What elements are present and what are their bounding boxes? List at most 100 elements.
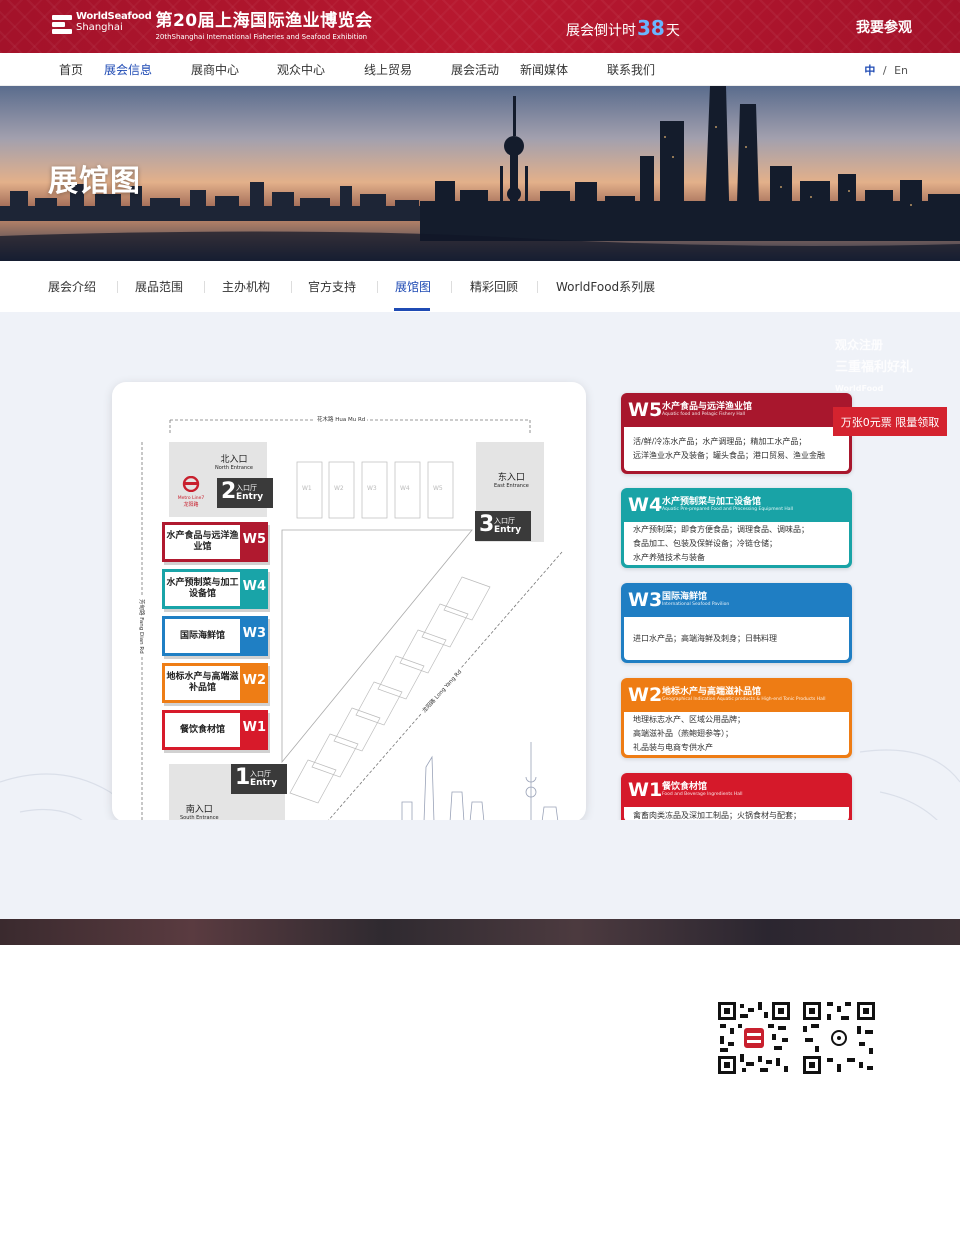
hall-card-code: W4 bbox=[628, 494, 663, 516]
nav-item-contact[interactable]: 联系我们 bbox=[607, 61, 655, 78]
hall-card-w2[interactable]: W2 地标水产与高端滋补品馆 Geographical Indication A… bbox=[621, 678, 852, 758]
tab-divider bbox=[204, 281, 205, 293]
promo-ghost-line2: 三重福利好礼 bbox=[835, 360, 914, 375]
hall-card-line: 高端滋补品（燕鲍翅参等）； bbox=[633, 728, 733, 738]
tab-divider bbox=[537, 281, 538, 293]
exhibition-title: 第20届上海国际渔业博览会 bbox=[155, 11, 373, 31]
floor-plan-section: 花木路 Hua Mu Rd 芳甸路 Fang Dian Rd 龙阳路 Long … bbox=[0, 312, 960, 919]
north-hall-label: W4 bbox=[400, 485, 410, 492]
road-label-west: 芳甸路 Fang Dian Rd bbox=[138, 597, 146, 656]
tab-official-support[interactable]: 官方支持 bbox=[308, 278, 356, 295]
tab-overview[interactable]: 展会介绍 bbox=[48, 278, 96, 295]
hall-w4[interactable]: 水产预制菜与加工设备馆 W4 bbox=[162, 569, 268, 609]
hall-card-subtitle: Food and Beverage Ingredients Hall bbox=[662, 792, 743, 797]
entrance-name-en: East Entrance bbox=[494, 483, 529, 489]
metro-icon bbox=[182, 475, 200, 493]
language-switch: 中 / En bbox=[864, 62, 908, 78]
hall-w3[interactable]: 国际海鲜馆 W3 bbox=[162, 616, 268, 656]
top-header-bar: WorldSeafood Shanghai 第20届上海国际渔业博览会 20th… bbox=[0, 0, 960, 53]
logo-brand: WorldSeafood Shanghai bbox=[76, 12, 152, 33]
nav-item-events[interactable]: 展会活动 bbox=[451, 61, 499, 78]
tab-organizers[interactable]: 主办机构 bbox=[222, 278, 270, 295]
hall-card-header: W1 餐饮食材馆 Food and Beverage Ingredients H… bbox=[621, 773, 852, 807]
hall-card-line: 礼品装与电商专供水产 bbox=[633, 742, 713, 752]
nav-item-exhibition-info[interactable]: 展会信息 bbox=[104, 61, 152, 78]
floor-map: 花木路 Hua Mu Rd 芳甸路 Fang Dian Rd 龙阳路 Long … bbox=[112, 382, 586, 822]
page-title: 展馆图 bbox=[48, 164, 141, 199]
lang-separator: / bbox=[882, 64, 887, 77]
tab-divider bbox=[377, 281, 378, 293]
promo-ghost-line3: WorldFood bbox=[835, 384, 884, 393]
tab-divider bbox=[291, 281, 292, 293]
metro-marker: Metro Line7 龙阳路 bbox=[177, 475, 205, 508]
south-entrance-label: 南入口 South Entrance bbox=[180, 802, 219, 821]
nav-item-home[interactable]: 首页 bbox=[59, 61, 83, 78]
tab-divider bbox=[451, 281, 452, 293]
main-nav: 首页 展会信息 展商中心 观众中心 线上贸易 展会活动 新闻媒体 联系我们 中 … bbox=[0, 53, 960, 86]
nav-item-news-media[interactable]: 新闻媒体 bbox=[520, 61, 568, 78]
entrance-name: 北入口 bbox=[220, 455, 248, 465]
hall-card-w1[interactable]: W1 餐饮食材馆 Food and Beverage Ingredients H… bbox=[621, 773, 852, 821]
sub-nav: 展会介绍 展品范围 主办机构 官方支持 展馆图 精彩回顾 WorldFood系列… bbox=[0, 261, 960, 312]
nav-item-exhibitor-center[interactable]: 展商中心 bbox=[191, 61, 239, 78]
road-label-north: 花木路 Hua Mu Rd bbox=[315, 415, 368, 423]
site-logo[interactable]: WorldSeafood Shanghai 第20届上海国际渔业博览会 20th… bbox=[52, 12, 373, 41]
hall-card-body: 地理标志水产、区域公用品牌； 高端滋补品（燕鲍翅参等）； 礼品装与电商专供水产 bbox=[624, 712, 849, 755]
hall-name: 餐饮食材馆 bbox=[165, 713, 240, 747]
hall-card-subtitle: Geographical Indication Aquatic products… bbox=[662, 697, 826, 702]
hall-card-line: 活/鲜/冷冻水产品；水产调理品；精加工水产品； bbox=[633, 437, 807, 446]
visit-button[interactable]: 我要参观 bbox=[856, 17, 912, 37]
hall-code: W2 bbox=[242, 673, 266, 688]
free-ticket-button[interactable]: 万张0元票 限量领取 bbox=[833, 407, 947, 436]
entry-hall-3: 3 入口厅 Entry bbox=[475, 511, 531, 541]
hero-banner: 展馆图 bbox=[0, 86, 960, 261]
hall-card-title: 水产食品与远洋渔业馆 bbox=[662, 402, 753, 412]
hall-card-code: W1 bbox=[628, 779, 663, 801]
north-hall-label: W5 bbox=[433, 485, 443, 492]
nav-item-visitor-center[interactable]: 观众中心 bbox=[277, 61, 325, 78]
entry-hall-1: 1 入口厅 Entry bbox=[231, 764, 287, 794]
tab-product-scope[interactable]: 展品范围 bbox=[135, 278, 183, 295]
tab-worldfood-series[interactable]: WorldFood系列展 bbox=[556, 278, 655, 295]
countdown-suffix: 天 bbox=[665, 23, 680, 39]
entry-hall-number: 3 bbox=[479, 512, 495, 537]
hall-card-title: 地标水产与高端滋补品馆 bbox=[662, 687, 762, 697]
hall-card-code: W2 bbox=[628, 684, 663, 706]
hall-card-code: W3 bbox=[628, 589, 663, 611]
entry-hall-en: Entry bbox=[494, 525, 522, 535]
hall-card-line: 进口水产品；高端海鲜及刺身；日韩料理 bbox=[633, 633, 777, 643]
tab-highlights[interactable]: 精彩回顾 bbox=[470, 278, 518, 295]
content-fade bbox=[0, 820, 960, 919]
exhibition-title-block: 第20届上海国际渔业博览会 20thShanghai International… bbox=[155, 12, 372, 41]
hall-card-title: 水产预制菜与加工设备馆 bbox=[662, 497, 762, 507]
wechat-qr-code bbox=[716, 1000, 792, 1076]
footer bbox=[0, 945, 960, 1243]
hall-card-line: 水产预制菜；即食方便食品；调理食品、调味品； bbox=[633, 524, 809, 534]
hall-name: 水产预制菜与加工设备馆 bbox=[165, 572, 240, 606]
hall-w1[interactable]: 餐饮食材馆 W1 bbox=[162, 710, 268, 750]
north-entrance-label: 北入口 North Entrance bbox=[215, 452, 253, 471]
countdown-prefix: 展会倒计时 bbox=[566, 23, 636, 39]
hall-card-w3[interactable]: W3 国际海鲜馆 International Seafood Pavilion … bbox=[621, 583, 852, 663]
entry-hall-en: Entry bbox=[236, 492, 264, 502]
entry-hall-2: 2 入口厅 Entry bbox=[217, 478, 273, 508]
tab-floor-plan[interactable]: 展馆图 bbox=[395, 278, 431, 295]
hall-card-title: 国际海鲜馆 bbox=[662, 592, 708, 602]
lang-en[interactable]: En bbox=[894, 64, 908, 77]
metro-label-cn: 龙阳路 bbox=[183, 502, 199, 508]
hall-code: W4 bbox=[242, 579, 266, 594]
lang-zh[interactable]: 中 bbox=[864, 64, 875, 77]
hall-w2[interactable]: 地标水产与高端滋补品馆 W2 bbox=[162, 663, 268, 703]
hall-card-w5[interactable]: W5 水产食品与远洋渔业馆 Aquatic food and Pelagic F… bbox=[621, 393, 852, 474]
hall-card-body: 进口水产品；高端海鲜及刺身；日韩料理 bbox=[624, 617, 849, 660]
shanghai-skyline-image bbox=[0, 86, 960, 261]
hall-card-body: 水产预制菜；即食方便食品；调理食品、调味品； 食品加工、包装及保鲜设备；冷链仓储… bbox=[624, 522, 849, 565]
north-hall-label: W2 bbox=[334, 485, 344, 492]
hall-card-title: 餐饮食材馆 bbox=[662, 782, 708, 792]
exhibition-subtitle: 20thShanghai International Fisheries and… bbox=[155, 33, 368, 41]
hall-w5[interactable]: 水产食品与远洋渔业馆 W5 bbox=[162, 522, 268, 562]
hall-card-w4[interactable]: W4 水产预制菜与加工设备馆 Aquatic Pre-prepared Food… bbox=[621, 488, 852, 568]
nav-item-online-trade[interactable]: 线上贸易 bbox=[364, 61, 412, 78]
footer-photo-strip bbox=[0, 919, 960, 945]
north-hall-label: W3 bbox=[367, 485, 377, 492]
